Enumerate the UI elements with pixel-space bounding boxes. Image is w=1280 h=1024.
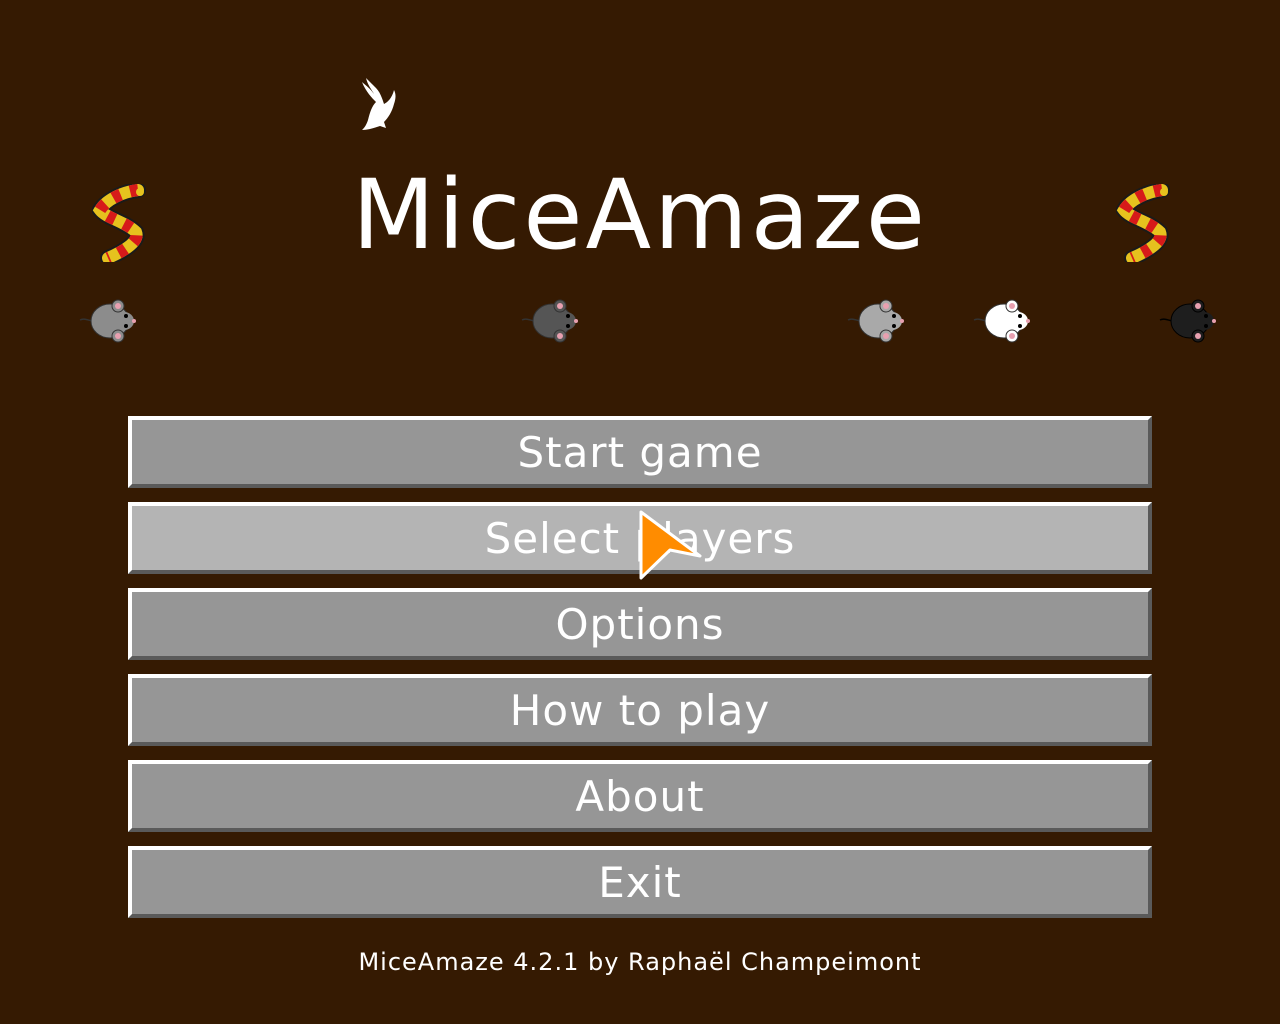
mouse-icon bbox=[973, 299, 1030, 343]
pointer-cursor-icon bbox=[639, 510, 702, 580]
how-to-play-button[interactable]: How to play bbox=[128, 674, 1152, 746]
options-button[interactable]: Options bbox=[128, 588, 1152, 660]
about-button[interactable]: About bbox=[128, 760, 1152, 832]
mouse-icon bbox=[1159, 299, 1216, 343]
mouse-icon bbox=[79, 299, 136, 343]
mouse-icon bbox=[521, 299, 578, 343]
mouse-icon bbox=[847, 299, 904, 343]
eagle-icon bbox=[362, 78, 396, 130]
version-credit: MiceAmaze 4.2.1 by Raphaël Champeimont bbox=[358, 948, 922, 976]
game-title: MiceAmaze bbox=[352, 159, 928, 271]
exit-button[interactable]: Exit bbox=[128, 846, 1152, 918]
start-game-button[interactable]: Start game bbox=[128, 416, 1152, 488]
